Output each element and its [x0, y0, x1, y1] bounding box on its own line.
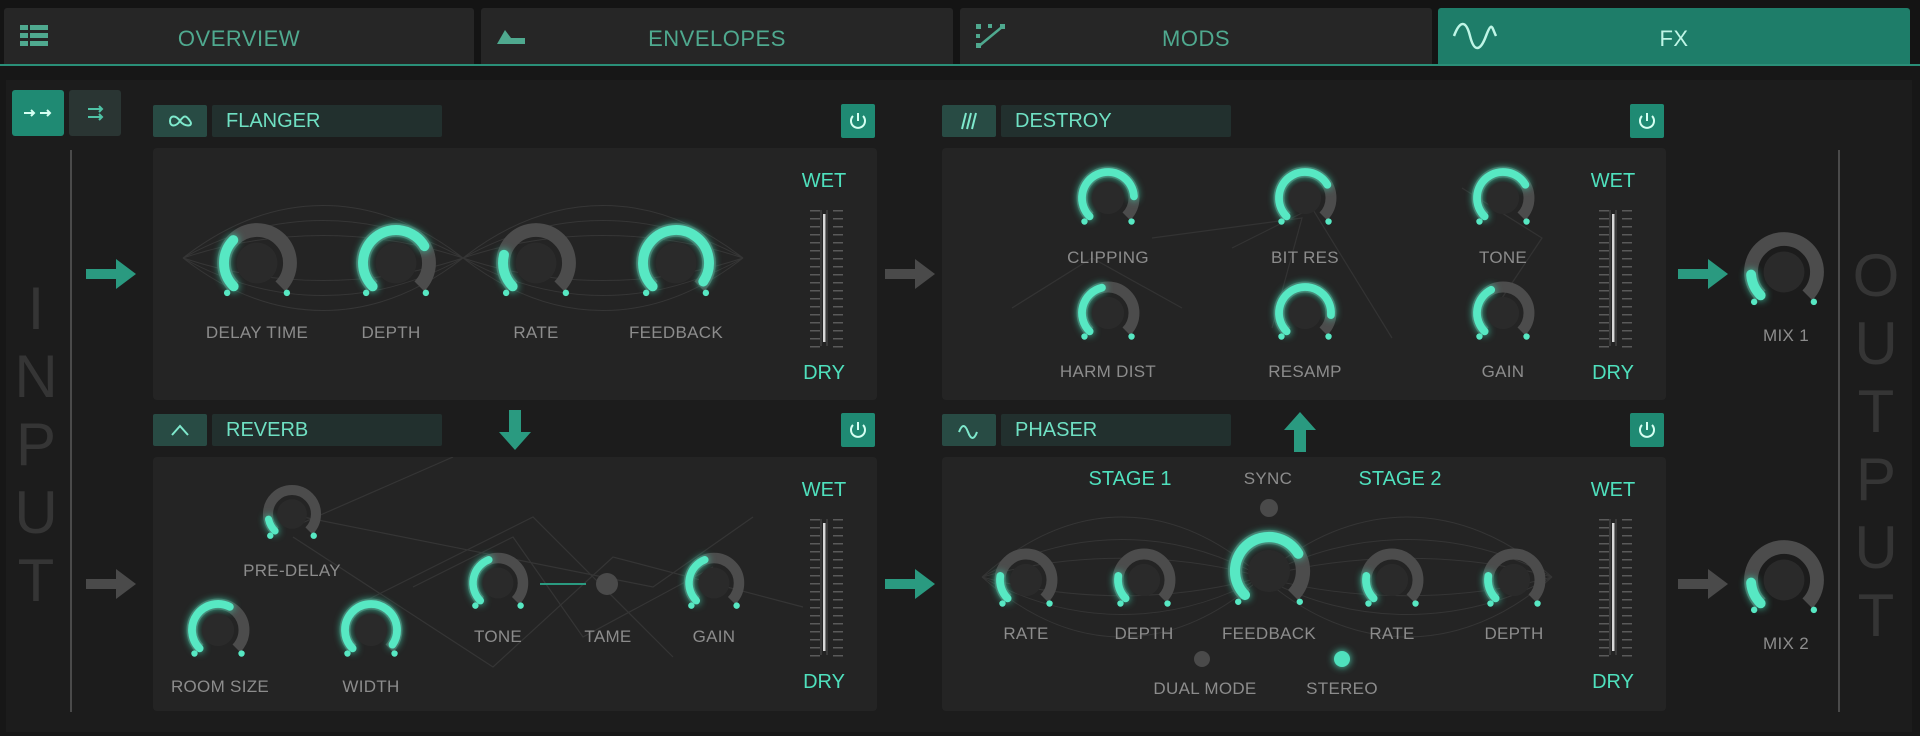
- harm-dist-knob[interactable]: [1076, 281, 1140, 340]
- clipping-knob[interactable]: [1076, 166, 1140, 225]
- destroy-wet-dry-slider[interactable]: [1599, 210, 1632, 348]
- depth-knob[interactable]: [356, 223, 436, 297]
- flanger-wet-dry-slider[interactable]: [810, 210, 843, 348]
- bit-res-knob[interactable]: [1273, 166, 1337, 225]
- phaser-feedback-knob[interactable]: [1227, 529, 1311, 605]
- room-size-knob[interactable]: [186, 598, 250, 657]
- destroy-gain-knob[interactable]: [1471, 281, 1535, 340]
- knob-layer: [186, 166, 1824, 657]
- feedback-knob[interactable]: [636, 223, 716, 297]
- phaser-depth-2-knob[interactable]: [1482, 548, 1546, 607]
- flanger-rate-knob[interactable]: [496, 223, 576, 297]
- reverb-tone-knob[interactable]: [467, 552, 529, 609]
- phaser-wet-dry-slider[interactable]: [1599, 519, 1632, 657]
- mix-1-knob[interactable]: [1744, 232, 1824, 306]
- reverb-wet-dry-slider[interactable]: [810, 519, 843, 657]
- mix-2-knob[interactable]: [1744, 540, 1824, 614]
- resamp-knob[interactable]: [1273, 281, 1337, 340]
- destroy-tone-knob[interactable]: [1471, 166, 1535, 225]
- reverb-gain-knob[interactable]: [683, 552, 745, 609]
- delay-time-knob[interactable]: [217, 223, 297, 297]
- phaser-rate-2-knob[interactable]: [1360, 548, 1424, 607]
- width-knob[interactable]: [339, 598, 403, 657]
- phaser-rate-1-knob[interactable]: [994, 548, 1058, 607]
- phaser-depth-1-knob[interactable]: [1112, 548, 1176, 607]
- pre-delay-knob[interactable]: [262, 484, 322, 539]
